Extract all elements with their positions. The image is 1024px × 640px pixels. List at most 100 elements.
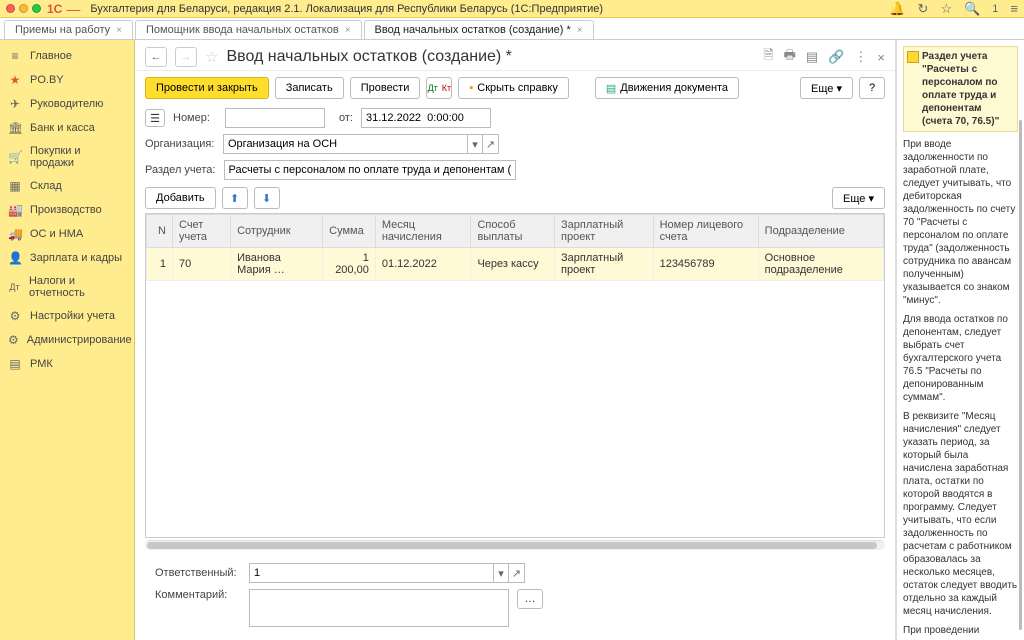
col-personal[interactable]: Номер лицевого счета (653, 215, 758, 248)
grid-icon: ▦ (8, 179, 22, 193)
tab-assistant[interactable]: Помощник ввода начальных остатков× (135, 20, 362, 39)
print-icon[interactable]: 🖶 (784, 46, 796, 68)
movements-button[interactable]: ▤Движения документа (595, 77, 739, 99)
sidebar-item-pursales[interactable]: 🛒Покупки и продажи (0, 140, 134, 174)
open-icon[interactable]: ↗ (509, 563, 525, 583)
sidebar-item-manager[interactable]: ✈Руководителю (0, 92, 134, 116)
min-dot[interactable] (19, 4, 28, 13)
close-icon[interactable]: × (577, 25, 583, 36)
hide-help-button[interactable]: ▪Скрыть справку (458, 77, 568, 99)
group-icon[interactable]: ☰ (145, 109, 165, 127)
comment-ellipsis[interactable]: … (517, 589, 543, 609)
sidebar-item-main[interactable]: ≡Главное (0, 44, 134, 68)
close-icon[interactable]: × (116, 25, 122, 36)
comment-label: Комментарий: (155, 589, 241, 601)
user-icon[interactable]: 1 (992, 3, 998, 15)
forward-button[interactable]: → (175, 47, 197, 67)
bell-icon[interactable]: 🔔 (889, 1, 905, 17)
help-button[interactable]: ? (859, 77, 885, 99)
col-employee[interactable]: Сотрудник (231, 215, 323, 248)
add-button[interactable]: Добавить (145, 187, 216, 209)
dropdown-icon[interactable]: ▾ (493, 563, 509, 583)
number-label: Номер: (173, 112, 217, 124)
col-account[interactable]: Счет учета (173, 215, 231, 248)
link-icon[interactable]: 🔗 (828, 49, 844, 65)
save-icon[interactable]: 🗎 (763, 46, 773, 68)
write-button[interactable]: Записать (275, 77, 344, 99)
max-dot[interactable] (32, 4, 41, 13)
dropdown-icon[interactable]: ▾ (467, 134, 483, 154)
tab-opening-balances[interactable]: Ввод начальных остатков (создание) *× (364, 20, 594, 39)
org-input[interactable] (223, 134, 467, 154)
responsible-input[interactable] (249, 563, 493, 583)
col-sum[interactable]: Сумма (323, 215, 376, 248)
dt-kt-button[interactable]: ДтКт (426, 77, 452, 99)
from-label: от: (333, 112, 353, 124)
kebab-icon[interactable]: ⋮ (854, 49, 867, 65)
factory-icon: 🏭 (8, 203, 22, 217)
search-icon[interactable]: 🔍 (964, 1, 980, 17)
col-month[interactable]: Месяц начисления (375, 215, 471, 248)
post-and-close-button[interactable]: Провести и закрыть (145, 77, 269, 99)
back-button[interactable]: ← (145, 47, 167, 67)
col-project[interactable]: Зарплатный проект (555, 215, 654, 248)
balances-grid[interactable]: N Счет учета Сотрудник Сумма Месяц начис… (145, 213, 885, 538)
help-p1: При вводе задолженности по заработной пл… (903, 138, 1018, 307)
move-down-button[interactable]: ⬇ (254, 187, 280, 209)
plane-icon: ✈ (8, 97, 22, 111)
menu-icon: ≡ (8, 49, 22, 63)
post-button[interactable]: Провести (350, 77, 421, 99)
page-title: Ввод начальных остатков (создание) * (226, 48, 511, 66)
sidebar-item-warehouse[interactable]: ▦Склад (0, 174, 134, 198)
help-p4: При проведении документа автоматически б… (903, 624, 1018, 640)
sidebar-item-assets[interactable]: 🚚ОС и НМА (0, 222, 134, 246)
horizontal-scrollbar[interactable] (145, 540, 885, 550)
date-input[interactable] (361, 108, 491, 128)
sidebar-item-bank[interactable]: 🏛Банк и касса (0, 116, 134, 140)
window-title: Бухгалтерия для Беларуси, редакция 2.1. … (90, 3, 889, 15)
help-p3: В реквизите "Месяц начисления" следует у… (903, 410, 1018, 618)
responsible-label: Ответственный: (155, 567, 241, 579)
col-payment[interactable]: Способ выплаты (471, 215, 555, 248)
sidebar-item-settings[interactable]: ⚙Настройки учета (0, 304, 134, 328)
sidebar-item-poby[interactable]: ★PO.BY (0, 68, 134, 92)
nav-sidebar: ≡Главное ★PO.BY ✈Руководителю 🏛Банк и ка… (0, 40, 135, 640)
sidebar-item-rmk[interactable]: ▤РМК (0, 352, 134, 376)
table-row[interactable]: 1 70 Иванова Мария … 1 200,00 01.12.2022… (147, 248, 884, 281)
debit-icon: Дт (8, 282, 21, 292)
move-up-button[interactable]: ⬆ (222, 187, 248, 209)
main-area: ← → ☆ Ввод начальных остатков (создание)… (135, 40, 896, 640)
window-controls (6, 4, 41, 13)
sidebar-item-production[interactable]: 🏭Производство (0, 198, 134, 222)
close-dot[interactable] (6, 4, 15, 13)
star-icon: ★ (8, 73, 22, 87)
sidebar-item-salary[interactable]: 👤Зарплата и кадры (0, 246, 134, 270)
close-page-icon[interactable]: × (877, 50, 885, 65)
close-icon[interactable]: × (345, 25, 351, 36)
report-icon[interactable]: ▤ (806, 49, 818, 65)
sidebar-item-admin[interactable]: ⚙Администрирование (0, 328, 134, 352)
org-combo[interactable]: ▾ ↗ (223, 134, 499, 154)
responsible-combo[interactable]: ▾ ↗ (249, 563, 525, 583)
number-input[interactable] (225, 108, 325, 128)
grid-toolbar: Добавить ⬆ ⬇ Еще ▾ (135, 183, 895, 213)
tab-hire[interactable]: Приемы на работу× (4, 20, 133, 39)
org-label: Организация: (145, 138, 215, 150)
history-icon[interactable]: ↻ (918, 1, 929, 17)
col-n[interactable]: N (147, 215, 173, 248)
gear-icon: ⚙ (8, 309, 22, 323)
comment-input[interactable] (249, 589, 509, 627)
grid-more-button[interactable]: Еще ▾ (832, 187, 885, 209)
star-icon[interactable]: ☆ (940, 1, 952, 17)
favorite-star[interactable]: ☆ (205, 48, 218, 66)
logo-dash: — (66, 1, 80, 17)
help-pane: Раздел учета "Расчеты с персоналом по оп… (896, 40, 1024, 640)
section-input[interactable] (224, 160, 516, 180)
app-logo: 1C (47, 2, 62, 16)
sidebar-item-tax[interactable]: ДтНалоги и отчетность (0, 270, 134, 304)
open-icon[interactable]: ↗ (483, 134, 499, 154)
menu-icon[interactable]: ≡ (1010, 1, 1018, 16)
col-dept[interactable]: Подразделение (758, 215, 883, 248)
more-button[interactable]: Еще ▾ (800, 77, 853, 99)
help-scrollbar[interactable] (1019, 120, 1022, 630)
